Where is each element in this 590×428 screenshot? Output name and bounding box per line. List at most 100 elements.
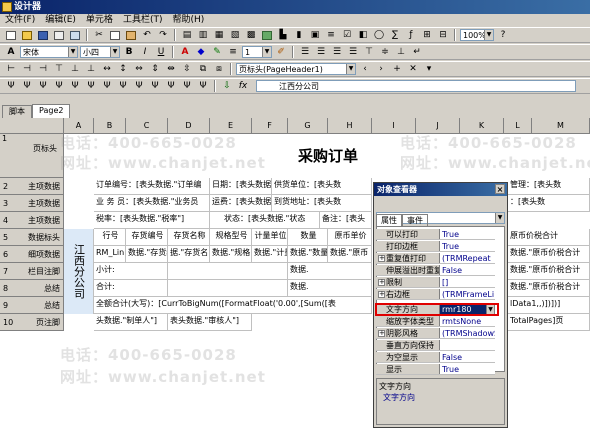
subtotal-blank[interactable] [168,263,288,280]
amount-in-words-cell[interactable]: 全额合计(大写)：[CurrToBigNum([FormatFloat('0.0… [94,297,372,314]
font-name-select[interactable]: 宋体 ▼ [20,46,78,58]
hdr-line-no[interactable]: 行号 [94,229,126,246]
bring-front-icon[interactable]: ⧉ [196,63,210,76]
close-icon[interactable]: × [495,184,505,194]
row-header[interactable]: 10 页注脚 [0,314,64,331]
prop-row[interactable]: + 重复值打印 (TRMRepeat [376,253,495,264]
eraser-icon[interactable]: ✐ [274,46,288,59]
r3-extra-cell[interactable]: ：[表头数 [508,195,590,212]
align-center-icon[interactable]: ☰ [314,46,328,59]
frame-style-icon[interactable]: ≡ [226,46,240,59]
send-back-icon[interactable]: ⧈ [212,63,226,76]
split-icon[interactable]: ▧ [228,29,242,42]
inspector-titlebar[interactable]: 对象查看器 × [374,183,507,196]
expand-icon[interactable]: + [378,255,385,262]
prop-row[interactable]: 垂直方向保持 [376,340,495,351]
cut-icon[interactable]: ✂ [92,29,106,42]
align-bottom-edges-icon[interactable]: ⊥ [84,63,98,76]
band-nav-right-icon[interactable]: › [374,63,388,76]
space-h-icon[interactable]: ⇔ [132,63,146,76]
redo-icon[interactable]: ↷ [156,29,170,42]
field-icon[interactable]: ⊞ [420,29,434,42]
freight-cell[interactable]: 运费：[表头数据. [210,195,272,212]
valign-middle-icon[interactable]: ≑ [378,46,392,59]
prop-row[interactable]: 伸展溢出时重复 False [376,265,495,276]
prop-row[interactable]: + 右边框 (TRMFrameLi [376,289,495,300]
band-menu-icon[interactable]: ▾ [422,63,436,76]
align-left-edges-icon[interactable]: ⊢ [4,63,18,76]
prop-row[interactable]: + 限制[] [376,277,495,288]
prop-row[interactable]: 打印边框 True [376,241,495,252]
detail-item-name[interactable]: 据."存货名 [168,246,210,263]
hdr-item-code[interactable]: 存货编号 [126,229,168,246]
align-left-icon[interactable]: ☰ [298,46,312,59]
band-select[interactable]: 页标头(PageHeader1) ▼ [236,63,356,75]
help-icon[interactable]: ? [496,29,510,42]
status-cell[interactable]: 状态：[表头数据."状态 [210,212,320,229]
detail-spec[interactable]: 数据."规格 [210,246,252,263]
band-delete-icon[interactable]: ✕ [406,63,420,76]
row-header[interactable]: 7 栏目注脚 [0,263,64,280]
tax-rate-cell[interactable]: 税率：[表头数据."税率"] [94,212,210,229]
fork-icon[interactable]: Ψ [68,80,82,93]
detail-total[interactable]: 数据."原币价税合计 [508,246,590,263]
underline-button[interactable]: U [154,46,168,59]
subtotal-qty[interactable]: 数据. [288,263,372,280]
row-header[interactable]: 9 总结 [0,297,64,314]
preview-icon[interactable] [68,29,82,42]
menu-edit[interactable]: 编辑(E) [40,14,81,27]
data-icon[interactable]: ⊟ [436,29,450,42]
col-header[interactable]: H [328,118,372,134]
fork-icon[interactable]: Ψ [132,80,146,93]
detail-unit[interactable]: 数据."计量 [252,246,288,263]
valign-bottom-icon[interactable]: ⊥ [394,46,408,59]
menu-toolbar[interactable]: 工具栏(T) [118,14,168,27]
checkbox-icon[interactable]: ☑ [340,29,354,42]
fill-color-icon[interactable]: ◆ [194,46,208,59]
manager-cell[interactable]: 管理：[表头数 [508,178,590,195]
shape-icon[interactable]: ◯ [372,29,386,42]
ole-icon[interactable]: ◧ [356,29,370,42]
menu-file[interactable]: 文件(F) [0,14,40,27]
tab-script[interactable]: 脚本 [2,105,32,118]
same-height-icon[interactable]: ↕ [116,63,130,76]
new-icon[interactable] [4,29,18,42]
tab-page2[interactable]: Page2 [32,104,71,118]
insert-row-icon[interactable]: ▤ [180,29,194,42]
align-h-centers-icon[interactable]: ⊣ [20,63,34,76]
italic-button[interactable]: I [138,46,152,59]
font-size-select[interactable]: 小四 ▼ [80,46,120,58]
hdr-spec[interactable]: 规格型号 [210,229,252,246]
detail-item-code[interactable]: 数据."存货编 [126,246,168,263]
highlight-icon[interactable]: ✎ [210,46,224,59]
band-nav-left-icon[interactable]: ‹ [358,63,372,76]
expand-icon[interactable]: + [378,330,385,337]
hdr-item-name[interactable]: 存货名称 [168,229,210,246]
row-header[interactable]: 4 主项数据 [0,212,64,229]
undo-icon[interactable]: ↶ [140,29,154,42]
print-icon[interactable] [52,29,66,42]
row-header[interactable]: 8 总结 [0,280,64,297]
fork-icon[interactable]: Ψ [20,80,34,93]
expression-icon[interactable]: ƒ [404,29,418,42]
fork-icon[interactable]: Ψ [52,80,66,93]
merge-icon[interactable]: ▦ [212,29,226,42]
open-icon[interactable] [20,29,34,42]
grand-total-qty[interactable]: 数据. [288,280,372,297]
word-wrap-icon[interactable]: ↵ [410,46,424,59]
grand-total-blank[interactable] [168,280,288,297]
align-right-edges-icon[interactable]: ⊣ [36,63,50,76]
picture-icon[interactable] [260,29,274,42]
same-width-icon[interactable]: ↔ [100,63,114,76]
copy-icon[interactable] [108,29,122,42]
bold-button[interactable]: B [122,46,136,59]
sub-report-icon[interactable]: ▣ [308,29,322,42]
row-header[interactable]: 1 页标头 [0,134,64,178]
fx-icon[interactable]: fx [236,80,250,93]
row-header[interactable]: 2 主项数据 [0,178,64,195]
checker-cell[interactable]: 表头数据."审核人"] [168,314,252,331]
amount-in-words-tail[interactable]: lData1,,)])])] [508,297,590,314]
variable-icon[interactable]: ∑ [388,29,402,42]
row-header[interactable]: 5 数据标头 [0,229,64,246]
font-color-icon[interactable]: A [178,46,192,59]
